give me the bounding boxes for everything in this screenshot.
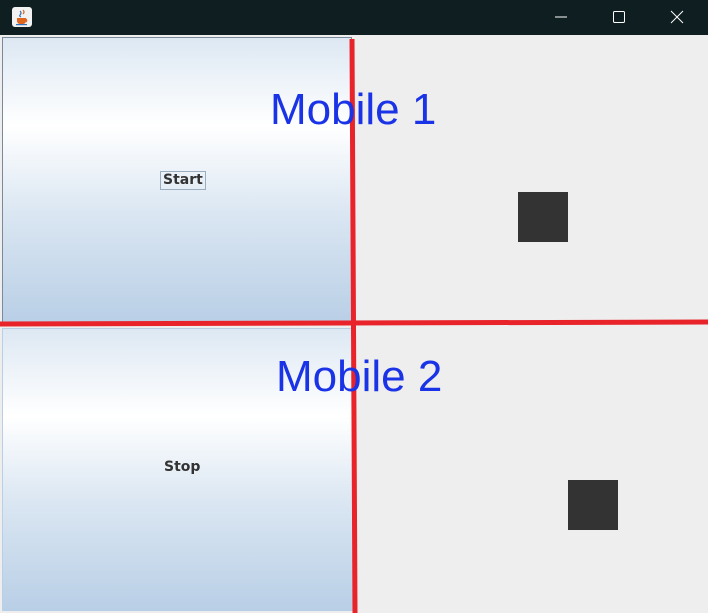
start-button-label: Start [160, 171, 206, 190]
moving-box-1 [518, 192, 568, 242]
close-button[interactable] [654, 0, 700, 35]
title-bar[interactable] [0, 0, 708, 35]
start-button[interactable]: Start [2, 37, 352, 324]
maximize-button[interactable] [596, 0, 642, 35]
moving-box-2 [568, 480, 618, 530]
annotation-label-mobile-2: Mobile 2 [276, 352, 443, 401]
minimize-icon [555, 16, 567, 18]
minimize-button[interactable] [538, 0, 584, 35]
annotation-label-mobile-1: Mobile 1 [270, 85, 437, 134]
app-window: Start Stop Mobile 1 Mobile 2 [0, 0, 708, 613]
stop-button-label: Stop [164, 459, 201, 475]
java-cup-icon[interactable] [12, 7, 32, 27]
close-icon [670, 10, 684, 24]
maximize-icon [613, 11, 625, 23]
